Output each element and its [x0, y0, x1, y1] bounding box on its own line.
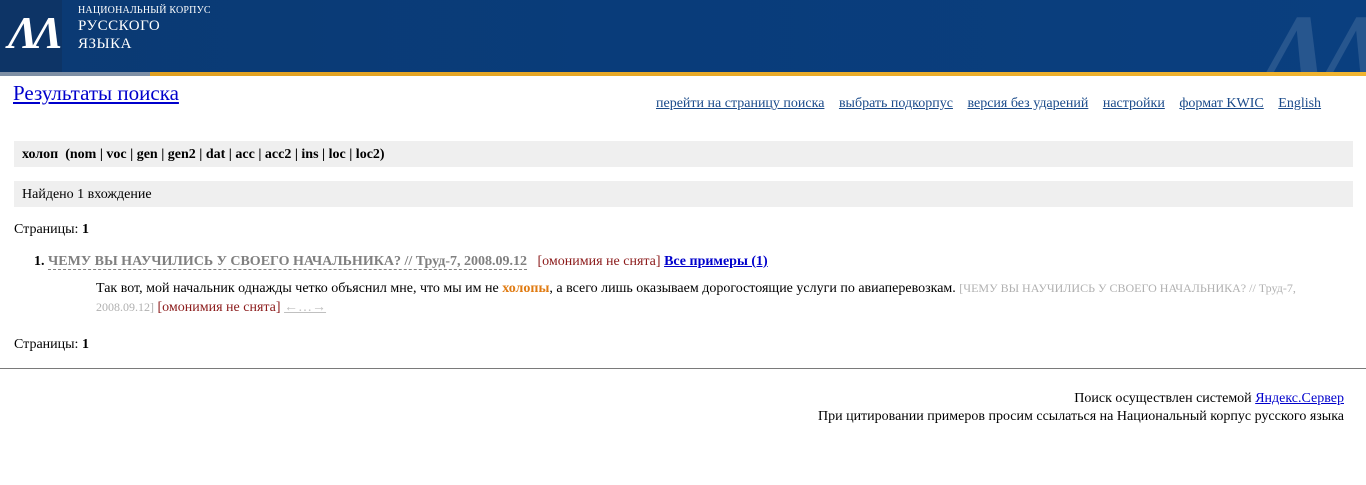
pages-label: Страницы:	[14, 222, 79, 237]
site-name[interactable]: НАЦИОНАЛЬНЫЙ КОРПУС РУССКОГО ЯЗЫКА	[78, 5, 211, 53]
top-navigation: перейти на страницу поиска выбрать подко…	[656, 96, 1321, 112]
footer-divider	[0, 368, 1366, 369]
yandex-server-link[interactable]: Яндекс.Сервер	[1255, 391, 1344, 406]
omonymy-status-2: [омонимия не снята]	[157, 300, 281, 315]
header-stripe	[0, 72, 1366, 76]
footer-search-engine: Поиск осуществлен системой Яндекс.Сервер	[818, 390, 1344, 408]
expand-context-link[interactable]: ←…→	[284, 300, 326, 315]
nav-english[interactable]: English	[1278, 96, 1321, 111]
site-name-line1: НАЦИОНАЛЬНЫЙ КОРПУС	[78, 5, 211, 16]
site-name-line2: РУССКОГО	[78, 18, 161, 34]
logo-watermark: ΛΛ	[1259, 0, 1366, 73]
nav-go-to-search[interactable]: перейти на страницу поиска	[656, 96, 824, 111]
found-summary: Найдено 1 вхождение	[14, 181, 1353, 207]
found-count: Найдено 1 вхождение	[22, 187, 152, 202]
hit-word: холопы	[502, 281, 550, 296]
footer-citation-note: При цитировании примеров просим ссылатьс…	[817, 409, 1344, 424]
omonymy-status: [омонимия не снята]	[537, 254, 661, 269]
logo[interactable]: ΛΛ	[0, 0, 63, 72]
document-title-link[interactable]: ЧЕМУ ВЫ НАУЧИЛИСЬ У СВОЕГО НАЧАЛЬНИКА? /…	[48, 254, 528, 270]
footer: Поиск осуществлен системой Яндекс.Сервер…	[818, 390, 1344, 426]
pagination-bottom: Страницы: 1	[14, 337, 89, 353]
current-page-bottom: 1	[81, 337, 89, 352]
result-snippet: Так вот, мой начальник однажды четко объ…	[96, 279, 1336, 317]
snippet-after: , а всего лишь оказываем дорогостоящие у…	[549, 281, 960, 296]
query-text: холоп (nom | voc | gen | gen2 | dat | ac…	[22, 147, 385, 162]
footer-search-text: Поиск осуществлен системой	[1074, 391, 1256, 406]
logo-letters: ΛΛ	[8, 7, 63, 58]
pages-label-bottom: Страницы:	[14, 337, 79, 352]
result-number: 1.	[34, 254, 45, 269]
all-examples-link[interactable]: Все примеры (1)	[664, 254, 768, 269]
page-title-link[interactable]: Результаты поиска	[13, 81, 179, 106]
nav-no-accents-version[interactable]: версия без ударений	[967, 96, 1088, 111]
current-page: 1	[81, 222, 89, 237]
snippet-before: Так вот, мой начальник однажды четко объ…	[96, 281, 503, 296]
result-header: 1. ЧЕМУ ВЫ НАУЧИЛИСЬ У СВОЕГО НАЧАЛЬНИКА…	[34, 254, 768, 270]
site-name-line3: ЯЗЫКА	[78, 36, 132, 52]
pagination-top: Страницы: 1	[14, 222, 89, 238]
nav-kwic-format[interactable]: формат KWIC	[1179, 96, 1263, 111]
nav-select-subcorpus[interactable]: выбрать подкорпус	[839, 96, 953, 111]
query-summary: холоп (nom | voc | gen | gen2 | dat | ac…	[14, 141, 1353, 167]
site-header: ΛΛ НАЦИОНАЛЬНЫЙ КОРПУС РУССКОГО ЯЗЫКА ΛΛ	[0, 0, 1366, 73]
nav-settings[interactable]: настройки	[1103, 96, 1165, 111]
